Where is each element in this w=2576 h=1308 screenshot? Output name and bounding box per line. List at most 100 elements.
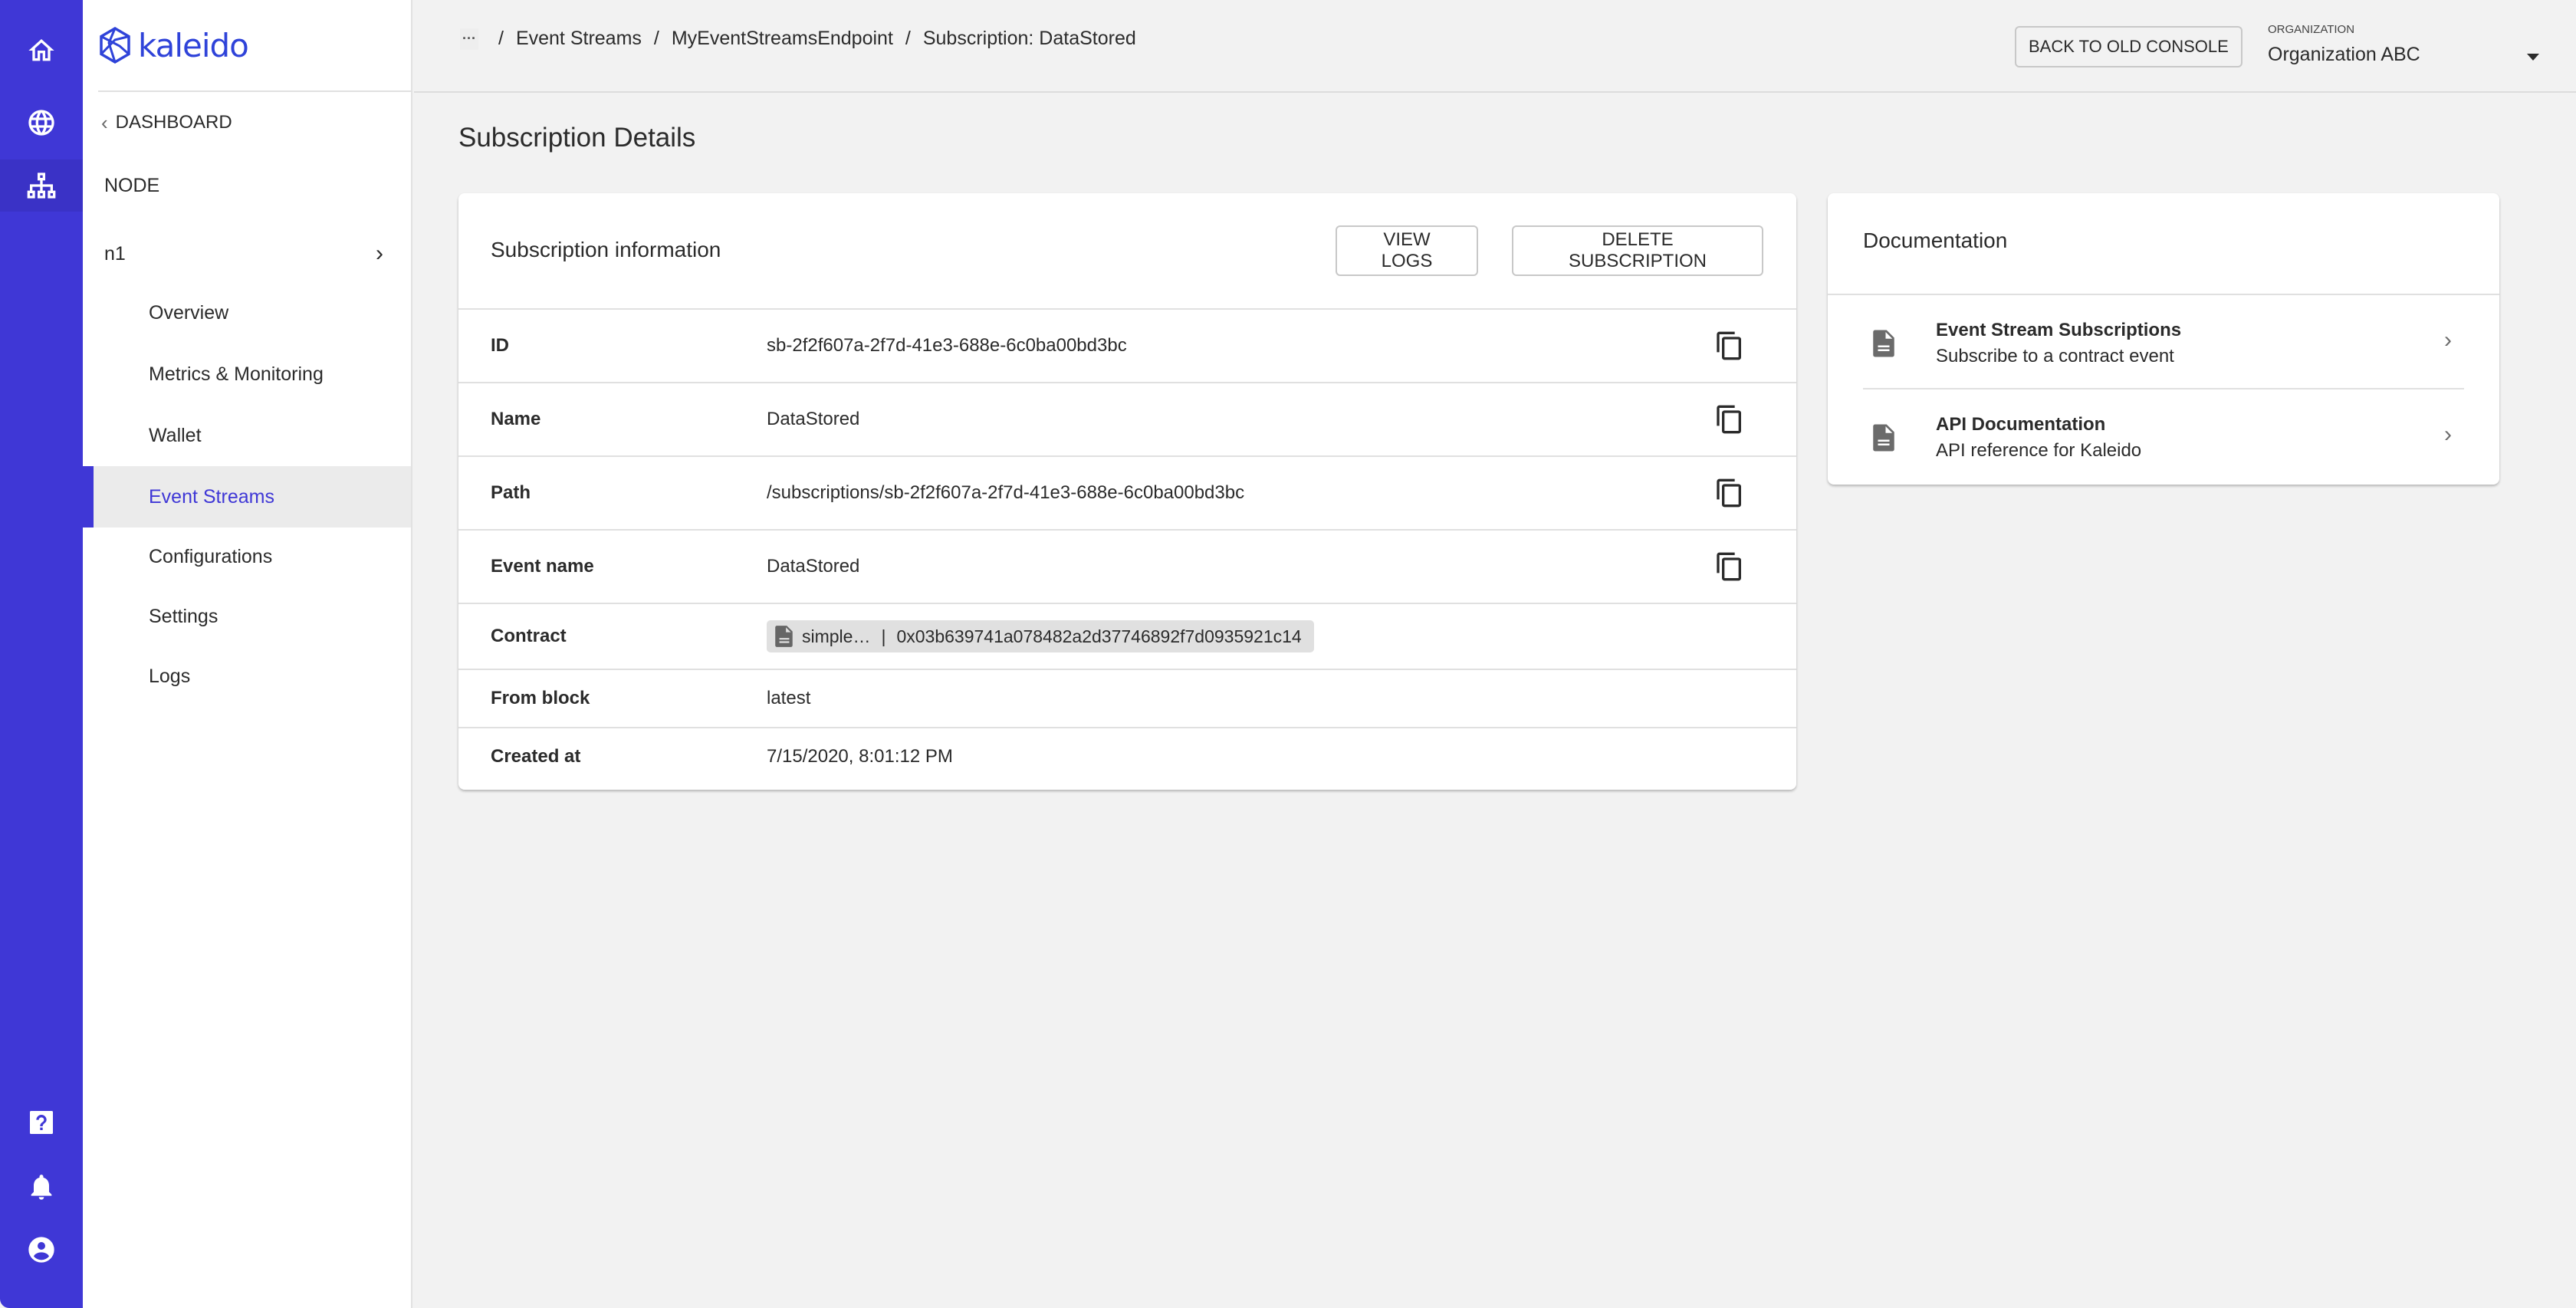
- page-title: Subscription Details: [458, 123, 696, 153]
- doc-card-title: Documentation: [1863, 228, 2008, 252]
- copy-event-name-button[interactable]: [1713, 550, 1746, 583]
- copy-icon: [1717, 405, 1741, 434]
- chevron-left-icon: ‹: [101, 110, 108, 134]
- row-value: latest: [767, 688, 811, 708]
- document-icon: [1872, 329, 1895, 358]
- back-to-old-console-button[interactable]: BACK TO OLD CONSOLE: [2015, 26, 2242, 67]
- organization-select[interactable]: ORGANIZATION Organization ABC: [2268, 23, 2544, 66]
- doc-card-header: Documentation: [1828, 193, 2499, 295]
- doc-link-api-documentation[interactable]: API Documentation API reference for Kale…: [1828, 389, 2499, 484]
- node-selector[interactable]: n1 ›: [83, 235, 411, 273]
- sidebar-item-logs[interactable]: Logs: [83, 646, 411, 707]
- detail-row-from-block: From block latest: [458, 670, 1796, 728]
- copy-icon: [1717, 552, 1741, 581]
- rail-home-button[interactable]: [0, 25, 83, 77]
- breadcrumb-event-streams[interactable]: Event Streams: [516, 28, 642, 50]
- help-icon: [30, 1111, 53, 1134]
- chevron-right-icon: ›: [2444, 422, 2452, 447]
- caret-down-icon: [2527, 54, 2539, 61]
- row-value: 7/15/2020, 8:01:12 PM: [767, 746, 953, 767]
- row-label: Event name: [491, 556, 594, 577]
- rail-account-button[interactable]: [0, 1224, 83, 1276]
- row-label: Created at: [491, 746, 581, 767]
- row-value: sb-2f2f607a-2f7d-41e3-688e-6c0ba00bd3bc: [767, 335, 1127, 356]
- sidebar-item-label: Settings: [149, 605, 219, 627]
- copy-icon: [1717, 331, 1741, 360]
- sidebar-item-configurations[interactable]: Configurations: [83, 526, 411, 587]
- document-icon: [775, 626, 793, 647]
- contract-address: 0x03b639741a078482a2d37746892f7d0935921c…: [896, 626, 1302, 646]
- breadcrumb: ··· / Event Streams / MyEventStreamsEndp…: [460, 28, 1136, 50]
- row-value: DataStored: [767, 409, 860, 429]
- sidebar-item-wallet[interactable]: Wallet: [83, 405, 411, 466]
- detail-row-event-name: Event name DataStored: [458, 531, 1796, 604]
- doc-item-description: API reference for Kaleido: [1936, 440, 2142, 461]
- back-label: DASHBOARD: [115, 112, 232, 133]
- home-icon: [28, 39, 54, 61]
- sidebar: kaleido ‹ DASHBOARD NODE n1 › Overview M…: [83, 0, 412, 1308]
- kaleido-logo[interactable]: kaleido: [98, 0, 412, 92]
- sidebar-item-metrics-monitoring[interactable]: Metrics & Monitoring: [83, 343, 411, 405]
- rail-notifications-button[interactable]: [0, 1161, 83, 1213]
- delete-subscription-button[interactable]: DELETE SUBSCRIPTION: [1512, 225, 1763, 276]
- bell-icon: [31, 1175, 52, 1200]
- card-title: Subscription information: [491, 238, 721, 261]
- doc-item-description: Subscribe to a contract event: [1936, 346, 2174, 366]
- detail-row-path: Path /subscriptions/sb-2f2f607a-2f7d-41e…: [458, 457, 1796, 531]
- sidebar-item-label: Configurations: [149, 545, 273, 567]
- sidebar-item-label: Overview: [149, 301, 229, 324]
- sidebar-item-overview[interactable]: Overview: [83, 282, 411, 343]
- organization-label: ORGANIZATION: [2268, 23, 2355, 36]
- rail-help-button[interactable]: [0, 1096, 83, 1149]
- account-icon: [28, 1237, 54, 1263]
- app-rail: [0, 0, 83, 1308]
- kaleido-logo-icon: [100, 26, 130, 64]
- chevron-right-icon: ›: [376, 241, 383, 266]
- copy-name-button[interactable]: [1713, 403, 1746, 436]
- doc-item-title: Event Stream Subscriptions: [1936, 320, 2182, 340]
- rail-network-button[interactable]: [0, 159, 83, 212]
- sidebar-item-label: Wallet: [149, 424, 202, 446]
- row-label: Contract: [491, 626, 567, 646]
- logo-text: kaleido: [138, 26, 249, 64]
- sidebar-item-event-streams[interactable]: Event Streams: [83, 466, 411, 527]
- card-header: Subscription information VIEW LOGS DELET…: [458, 193, 1796, 310]
- copy-path-button[interactable]: [1713, 476, 1746, 510]
- detail-row-contract: Contract simple… | 0x03b639741a078482a2d…: [458, 604, 1796, 670]
- subscription-info-card: Subscription information VIEW LOGS DELET…: [458, 193, 1796, 790]
- chevron-right-icon: ›: [2444, 327, 2452, 353]
- row-label: Name: [491, 409, 541, 429]
- detail-row-name: Name DataStored: [458, 383, 1796, 457]
- chip-separator: |: [881, 626, 886, 646]
- node-name: n1: [104, 242, 126, 265]
- breadcrumb-separator: /: [905, 28, 911, 49]
- row-value: DataStored: [767, 556, 860, 577]
- row-label: From block: [491, 688, 590, 708]
- copy-id-button[interactable]: [1713, 329, 1746, 363]
- organization-value: Organization ABC: [2268, 44, 2420, 65]
- copy-icon: [1717, 478, 1741, 508]
- breadcrumb-separator: /: [653, 28, 659, 49]
- row-label: Path: [491, 482, 531, 503]
- breadcrumb-current: Subscription: DataStored: [922, 28, 1136, 49]
- doc-item-title: API Documentation: [1936, 414, 2106, 435]
- breadcrumb-separator: /: [498, 28, 504, 49]
- back-to-dashboard-link[interactable]: ‹ DASHBOARD: [101, 107, 232, 138]
- documentation-card: Documentation Event Stream Subscriptions…: [1828, 193, 2499, 485]
- sidebar-item-settings[interactable]: Settings: [83, 586, 411, 647]
- view-logs-button[interactable]: VIEW LOGS: [1336, 225, 1478, 276]
- doc-link-event-stream-subscriptions[interactable]: Event Stream Subscriptions Subscribe to …: [1828, 295, 2499, 389]
- breadcrumb-endpoint[interactable]: MyEventStreamsEndpoint: [672, 28, 893, 50]
- contract-chip[interactable]: simple… | 0x03b639741a078482a2d37746892f…: [767, 620, 1314, 652]
- detail-row-created-at: Created at 7/15/2020, 8:01:12 PM: [458, 728, 1796, 785]
- contract-name: simple…: [802, 626, 871, 646]
- globe-icon: [28, 110, 54, 136]
- sidebar-item-label: Metrics & Monitoring: [149, 363, 324, 385]
- top-bar: ··· / Event Streams / MyEventStreamsEndp…: [414, 0, 2576, 93]
- row-value: /subscriptions/sb-2f2f607a-2f7d-41e3-688…: [767, 482, 1245, 503]
- row-label: ID: [491, 335, 509, 356]
- breadcrumb-more-button[interactable]: ···: [460, 28, 478, 50]
- rail-globe-button[interactable]: [0, 97, 83, 149]
- sidebar-item-label: Logs: [149, 665, 191, 687]
- network-icon: [27, 173, 56, 199]
